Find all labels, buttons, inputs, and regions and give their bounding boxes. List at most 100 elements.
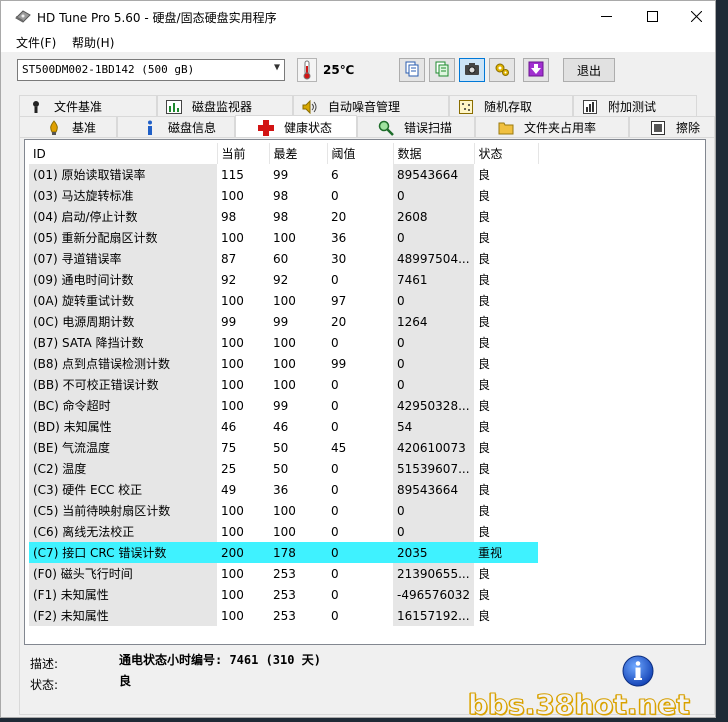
title-bar[interactable]: HD Tune Pro 5.60 - 硬盘/固态硬盘实用程序	[1, 1, 715, 32]
table-row[interactable]: (F2) 未知属性 100 253 0 16157192... 良	[29, 605, 538, 626]
tab-folder-usage[interactable]: 文件夹占用率	[475, 116, 629, 138]
cell-current: 100	[221, 335, 244, 350]
tab-label: 擦除	[676, 121, 701, 135]
disk-monitor-icon	[166, 99, 182, 115]
magnifier-icon	[378, 120, 394, 136]
cell-data: 0	[393, 332, 475, 353]
tab-random-access[interactable]: 随机存取	[449, 95, 573, 117]
options-button[interactable]	[489, 58, 515, 82]
cell-data: 0	[393, 185, 475, 206]
table-row[interactable]: (C2) 温度 25 50 0 51539607... 良	[29, 458, 538, 479]
cell-id: (BC) 命令超时	[29, 395, 217, 416]
table-row[interactable]: (F0) 磁头飞行时间 100 253 0 21390655... 良	[29, 563, 538, 584]
cell-current: 75	[221, 440, 237, 455]
thermometer-icon	[297, 58, 317, 82]
cell-worst: 50	[273, 461, 289, 476]
cell-id: (C5) 当前待映射扇区计数	[29, 500, 217, 521]
cell-threshold: 0	[327, 542, 393, 563]
table-row[interactable]: (BC) 命令超时 100 99 0 42950328... 良	[29, 395, 538, 416]
app-window: HD Tune Pro 5.60 - 硬盘/固态硬盘实用程序 文件(F) 帮助(…	[0, 0, 716, 718]
minimize-button[interactable]	[583, 1, 629, 32]
table-row[interactable]: (0C) 电源周期计数 99 99 20 1264 良	[29, 311, 538, 332]
cell-status: 良	[478, 504, 491, 518]
tab-benchmark[interactable]: 基准	[19, 116, 117, 138]
exit-button[interactable]: 退出	[563, 58, 615, 82]
table-row[interactable]: (C5) 当前待映射扇区计数 100 100 0 0 良	[29, 500, 538, 521]
cell-status: 良	[478, 336, 491, 350]
health-cross-icon	[258, 119, 274, 136]
info-button[interactable]	[622, 655, 654, 687]
column-header-data[interactable]: 数据	[393, 143, 475, 164]
cell-status: 重视	[474, 542, 539, 563]
table-row[interactable]: (01) 原始读取错误率 115 99 6 89543664 良	[29, 164, 538, 185]
table-row[interactable]: (C6) 离线无法校正 100 100 0 0 良	[29, 521, 538, 542]
drive-select[interactable]: ST500DM002-1BD142 (500 gB) ▼	[17, 59, 285, 81]
cell-status: 良	[478, 357, 491, 371]
cell-status: 良	[478, 420, 491, 434]
close-button[interactable]	[673, 1, 719, 32]
cell-id: (F0) 磁头飞行时间	[29, 563, 217, 584]
table-row[interactable]: (C3) 硬件 ECC 校正 49 36 0 89543664 良	[29, 479, 538, 500]
tab-label: 随机存取	[484, 100, 533, 114]
table-row[interactable]: (07) 寻道错误率 87 60 30 48997504... 良	[29, 248, 538, 269]
table-row[interactable]: (C7) 接口 CRC 错误计数 200 178 0 2035 重视	[29, 542, 539, 563]
copy-icon	[404, 61, 420, 80]
copy-all-button[interactable]	[429, 58, 455, 82]
table-row[interactable]: (BB) 不可校正错误计数 100 100 0 0 良	[29, 374, 538, 395]
cell-worst: 92	[273, 272, 289, 287]
column-header-current[interactable]: 当前	[217, 143, 270, 164]
cell-current: 100	[221, 188, 244, 203]
maximize-button[interactable]	[629, 1, 675, 32]
cell-current: 100	[221, 356, 244, 371]
column-header-worst[interactable]: 最差	[269, 143, 328, 164]
tab-disk-monitor[interactable]: 磁盘监视器	[157, 95, 293, 117]
smart-table-frame[interactable]: ID 当前 最差 阈值 数据 状态 (01) 原始读取错误率 115 99 6 8954…	[24, 139, 706, 645]
tab-extra-tests[interactable]: 附加测试	[573, 95, 697, 117]
table-row[interactable]: (BD) 未知属性 46 46 0 54 良	[29, 416, 538, 437]
table-row[interactable]: (BE) 气流温度 75 50 45 420610073 良	[29, 437, 538, 458]
table-row[interactable]: (09) 通电时间计数 92 92 0 7461 良	[29, 269, 538, 290]
cell-id: (C2) 温度	[29, 458, 217, 479]
cell-worst: 60	[273, 251, 289, 266]
cell-current: 100	[221, 398, 244, 413]
cell-threshold: 30	[331, 251, 347, 266]
column-header-id[interactable]: ID	[29, 143, 218, 164]
cell-current: 100	[221, 230, 244, 245]
tab-label: 健康状态	[284, 121, 333, 135]
table-row[interactable]: (B8) 点到点错误检测计数 100 100 99 0 良	[29, 353, 538, 374]
column-header-threshold[interactable]: 阈值	[327, 143, 394, 164]
cell-worst: 99	[273, 398, 289, 413]
cell-status: 良	[478, 378, 491, 392]
cell-data: 420610073	[393, 437, 475, 458]
screenshot-button[interactable]	[459, 58, 485, 82]
table-row[interactable]: (03) 马达旋转标准 100 98 0 0 良	[29, 185, 538, 206]
cell-current: 200	[217, 542, 269, 563]
cell-id: (0C) 电源周期计数	[29, 311, 217, 332]
table-row[interactable]: (F1) 未知属性 100 253 0 -496576032 良	[29, 584, 538, 605]
cell-threshold: 0	[331, 398, 339, 413]
table-row[interactable]: (B7) SATA 降挡计数 100 100 0 0 良	[29, 332, 538, 353]
cell-data: 0	[393, 353, 475, 374]
cell-status: 良	[478, 273, 491, 287]
cell-id: (B7) SATA 降挡计数	[29, 332, 217, 353]
cell-id: (C7) 接口 CRC 错误计数	[29, 542, 217, 563]
save-button[interactable]	[523, 58, 549, 82]
table-row[interactable]: (04) 启动/停止计数 98 98 20 2608 良	[29, 206, 538, 227]
table-row[interactable]: (0A) 旋转重试计数 100 100 97 0 良	[29, 290, 538, 311]
tab-erase[interactable]: 擦除	[629, 116, 715, 138]
cell-current: 100	[221, 503, 244, 518]
tab-noise-management[interactable]: 自动噪音管理	[293, 95, 449, 117]
copy-text-button[interactable]	[399, 58, 425, 82]
tab-disk-info[interactable]: 磁盘信息	[117, 116, 235, 138]
tab-file-benchmark[interactable]: 文件基准	[19, 95, 157, 117]
menu-help[interactable]: 帮助(H)	[72, 34, 114, 51]
tab-error-scan[interactable]: 错误扫描	[357, 116, 475, 138]
column-header-status[interactable]: 状态	[474, 143, 539, 164]
cell-data: 51539607...	[393, 458, 475, 479]
table-row[interactable]: (05) 重新分配扇区计数 100 100 36 0 良	[29, 227, 538, 248]
cell-current: 25	[221, 461, 237, 476]
tab-row-top: 文件基准 磁盘监视器 自动噪音管理 随机存取 附加测试	[19, 95, 715, 117]
tab-health[interactable]: 健康状态	[235, 115, 357, 139]
cell-status: 良	[478, 210, 491, 224]
menu-file[interactable]: 文件(F)	[16, 34, 56, 51]
